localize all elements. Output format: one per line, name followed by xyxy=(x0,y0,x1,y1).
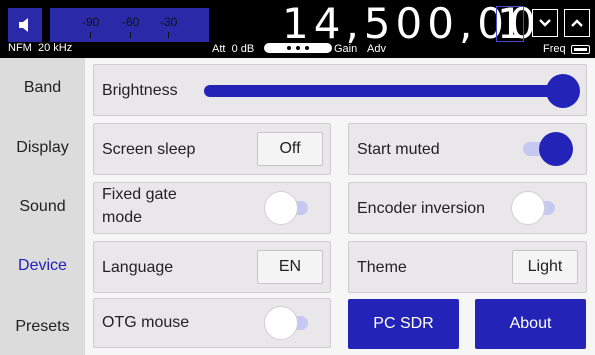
s-meter-mark xyxy=(90,32,91,38)
status-bar: -90 -60 -30 14,500,00 1 NFM 20 kHz Att 0… xyxy=(0,0,595,58)
encoder-inversion-label: Encoder inversion xyxy=(357,200,486,217)
brightness-slider-handle[interactable] xyxy=(546,74,580,108)
battery-icon xyxy=(571,45,590,54)
device-settings-panel: Brightness Screen sleep Off Start muted … xyxy=(85,58,595,355)
mode-label: NFM xyxy=(8,42,32,54)
fixed-gate-label-line1: Fixed gate xyxy=(102,186,177,203)
step-up-button[interactable] xyxy=(564,9,590,37)
s-meter-mark xyxy=(168,32,169,38)
bandwidth-label: 20 kHz xyxy=(37,42,73,54)
sidebar-item-sound[interactable]: Sound xyxy=(0,198,85,216)
otg-mouse-label: OTG mouse xyxy=(102,314,190,331)
att-value: 0 dB xyxy=(231,43,255,55)
s-meter-mark xyxy=(130,32,131,38)
s-meter-tick: -30 xyxy=(160,15,178,29)
brightness-slider-track[interactable] xyxy=(204,85,564,97)
theme-card: Theme Light xyxy=(348,241,587,293)
otg-mouse-toggle[interactable] xyxy=(264,306,316,340)
settings-sidebar: Band Display Sound Device Presets xyxy=(0,58,85,355)
mute-button[interactable] xyxy=(8,8,42,42)
encoder-inversion-card: Encoder inversion xyxy=(348,182,587,234)
adv-label[interactable]: Adv xyxy=(367,43,386,55)
att-indicator[interactable]: Att 0 dB xyxy=(212,43,254,55)
chevron-down-icon xyxy=(539,19,551,27)
fixed-gate-label-line2: mode xyxy=(102,209,143,226)
start-muted-toggle[interactable] xyxy=(523,132,573,166)
fixed-gate-toggle[interactable] xyxy=(264,191,316,225)
about-button[interactable]: About xyxy=(475,299,586,349)
language-label: Language xyxy=(102,259,174,276)
brightness-card: Brightness xyxy=(93,64,587,116)
screen-sleep-card: Screen sleep Off xyxy=(93,123,331,175)
sidebar-item-band[interactable]: Band xyxy=(0,79,85,97)
screen-sleep-label: Screen sleep xyxy=(102,141,196,158)
otg-mouse-card: OTG mouse xyxy=(93,298,331,348)
encoder-inversion-toggle[interactable] xyxy=(511,191,563,225)
sidebar-item-display[interactable]: Display xyxy=(0,139,85,157)
gain-indicator[interactable] xyxy=(264,43,332,53)
language-button[interactable]: EN xyxy=(257,250,323,284)
language-card: Language EN xyxy=(93,241,331,293)
gain-label: Gain xyxy=(334,43,358,55)
sidebar-item-device[interactable]: Device xyxy=(0,257,85,275)
fixed-gate-card: Fixed gate mode xyxy=(93,182,331,234)
sidebar-item-presets[interactable]: Presets xyxy=(0,318,85,336)
brightness-label: Brightness xyxy=(102,82,178,99)
freq-label: Freq xyxy=(543,43,566,55)
att-label: Att xyxy=(212,43,226,55)
theme-button[interactable]: Light xyxy=(512,250,578,284)
step-down-button[interactable] xyxy=(532,9,558,37)
frequency-cursor-digit[interactable]: 1 xyxy=(496,3,524,45)
start-muted-card: Start muted xyxy=(348,123,587,175)
mode-indicator[interactable]: NFM 20 kHz xyxy=(8,42,72,54)
start-muted-label: Start muted xyxy=(357,141,440,158)
s-meter-tick: -60 xyxy=(122,15,140,29)
theme-label: Theme xyxy=(357,259,407,276)
speaker-icon xyxy=(19,18,28,32)
s-meter: -90 -60 -30 xyxy=(50,8,209,42)
pc-sdr-button[interactable]: PC SDR xyxy=(348,299,459,349)
screen-sleep-button[interactable]: Off xyxy=(257,132,323,166)
s-meter-tick: -90 xyxy=(82,15,100,29)
chevron-up-icon xyxy=(571,19,583,27)
